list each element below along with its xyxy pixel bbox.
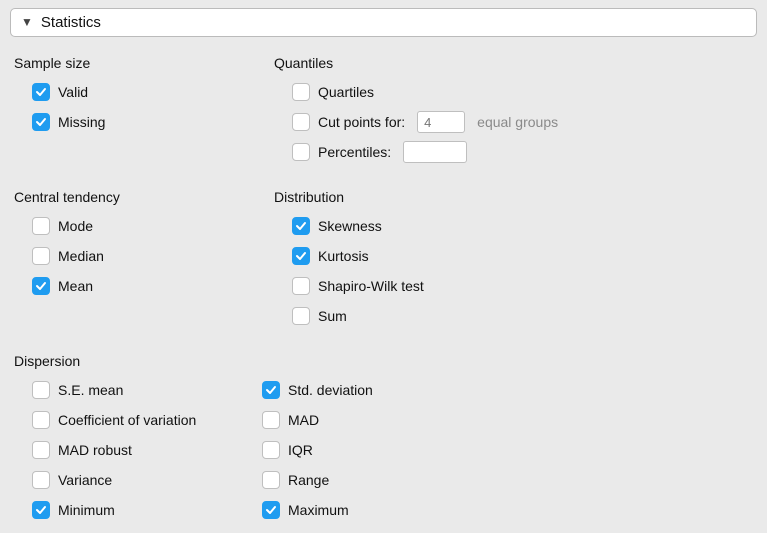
- checkbox-se-mean[interactable]: [32, 381, 50, 399]
- panel-content: Sample size Valid Missing Quantiles: [10, 37, 757, 525]
- checkbox-mode[interactable]: [32, 217, 50, 235]
- checkbox-quartiles[interactable]: [292, 83, 310, 101]
- checkbox-valid[interactable]: [32, 83, 50, 101]
- heading-quantiles: Quantiles: [274, 55, 744, 71]
- checkbox-mad-robust[interactable]: [32, 441, 50, 459]
- label-kurtosis: Kurtosis: [318, 248, 369, 264]
- label-quartiles: Quartiles: [318, 84, 374, 100]
- checkbox-missing[interactable]: [32, 113, 50, 131]
- checkbox-sum[interactable]: [292, 307, 310, 325]
- label-coef-var: Coefficient of variation: [58, 412, 196, 428]
- checkbox-skewness[interactable]: [292, 217, 310, 235]
- label-median: Median: [58, 248, 104, 264]
- checkbox-cutpoints[interactable]: [292, 113, 310, 131]
- checkbox-mad[interactable]: [262, 411, 280, 429]
- checkbox-median[interactable]: [32, 247, 50, 265]
- label-missing: Missing: [58, 114, 105, 130]
- label-mode: Mode: [58, 218, 93, 234]
- checkbox-mean[interactable]: [32, 277, 50, 295]
- input-cutpoints[interactable]: [417, 111, 465, 133]
- heading-dispersion: Dispersion: [14, 353, 753, 369]
- input-percentiles[interactable]: [403, 141, 467, 163]
- label-range: Range: [288, 472, 329, 488]
- label-se-mean: S.E. mean: [58, 382, 123, 398]
- collapse-triangle-icon: ▼: [21, 15, 33, 29]
- label-mad-robust: MAD robust: [58, 442, 132, 458]
- label-skewness: Skewness: [318, 218, 382, 234]
- label-sum: Sum: [318, 308, 347, 324]
- heading-distribution: Distribution: [274, 189, 744, 205]
- checkbox-variance[interactable]: [32, 471, 50, 489]
- label-valid: Valid: [58, 84, 88, 100]
- checkbox-percentiles[interactable]: [292, 143, 310, 161]
- label-mean: Mean: [58, 278, 93, 294]
- heading-sample-size: Sample size: [14, 55, 274, 71]
- checkbox-std-dev[interactable]: [262, 381, 280, 399]
- heading-central: Central tendency: [14, 189, 274, 205]
- panel-title: Statistics: [41, 14, 101, 31]
- label-iqr: IQR: [288, 442, 313, 458]
- checkbox-range[interactable]: [262, 471, 280, 489]
- label-shapiro: Shapiro-Wilk test: [318, 278, 424, 294]
- checkbox-minimum[interactable]: [32, 501, 50, 519]
- label-variance: Variance: [58, 472, 112, 488]
- label-std-dev: Std. deviation: [288, 382, 373, 398]
- checkbox-iqr[interactable]: [262, 441, 280, 459]
- checkbox-kurtosis[interactable]: [292, 247, 310, 265]
- label-cutpoints: Cut points for:: [318, 114, 405, 130]
- label-cutpoints-suffix: equal groups: [477, 114, 558, 130]
- label-percentiles: Percentiles:: [318, 144, 391, 160]
- checkbox-shapiro[interactable]: [292, 277, 310, 295]
- checkbox-maximum[interactable]: [262, 501, 280, 519]
- panel-header[interactable]: ▼ Statistics: [10, 8, 757, 37]
- checkbox-coef-var[interactable]: [32, 411, 50, 429]
- label-mad: MAD: [288, 412, 319, 428]
